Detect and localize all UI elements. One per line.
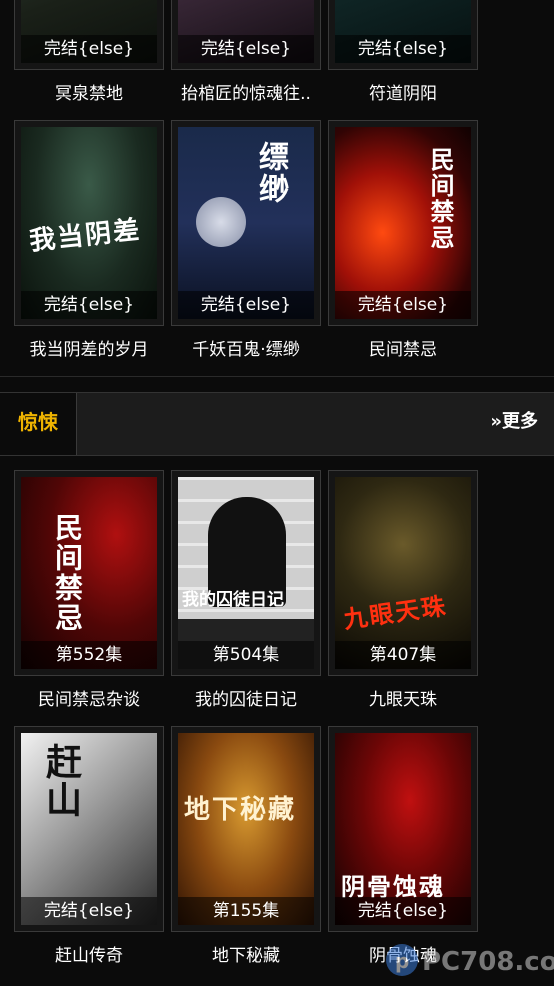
book-cover[interactable]: 完结{else} [14,0,164,70]
episode-badge: 第155集 [178,897,314,925]
episode-badge: 第504集 [178,641,314,669]
watermark-text: PC708.com [422,947,554,977]
book-cover[interactable]: 地下秘藏 第155集 [171,726,321,932]
book-card[interactable]: 缥缈 完结{else} 千妖百鬼·缥缈 [171,120,321,370]
cover-art-title: 我的囚徒日记 [182,590,284,610]
book-cover[interactable]: 我的囚徒日记 第504集 [171,470,321,676]
cover-art-title: 我当阴差 [28,215,143,257]
book-card[interactable]: 地下秘藏 第155集 地下秘藏 [171,726,321,976]
book-title[interactable]: 我当阴差的岁月 [8,336,170,364]
status-badge: 完结{else} [21,35,157,63]
book-title[interactable]: 千妖百鬼·缥缈 [165,336,327,364]
book-title[interactable]: 九眼天珠 [322,686,484,714]
status-badge: 完结{else} [335,897,471,925]
book-card[interactable]: 我的囚徒日记 第504集 我的囚徒日记 [171,470,321,720]
section-header: 惊悚 »更多 [0,392,554,456]
book-cover[interactable]: 我当阴差 完结{else} [14,120,164,326]
book-row: 民间禁忌 第552集 民间禁忌杂谈 我的囚徒日记 第504集 我的囚徒日记 九眼… [14,470,484,730]
book-cover[interactable]: 九眼天珠 第407集 [328,470,478,676]
moon-shape [196,197,246,247]
svg-text:p: p [395,949,409,973]
book-title[interactable]: 我的囚徒日记 [165,686,327,714]
book-title[interactable]: 民间禁忌杂谈 [8,686,170,714]
book-title[interactable]: 抬棺匠的惊魂往.. [165,80,327,108]
book-card[interactable]: 民间禁忌 第552集 民间禁忌杂谈 [14,470,164,720]
book-cover[interactable]: 赶山 完结{else} [14,726,164,932]
cover-art-title: 民间禁忌 [426,147,455,251]
status-badge: 完结{else} [178,35,314,63]
book-card[interactable]: 完结{else} 抬棺匠的惊魂往.. [171,0,321,114]
book-cover[interactable]: 完结{else} [171,0,321,70]
book-cover[interactable]: 民间禁忌 第552集 [14,470,164,676]
book-card[interactable]: 民间禁忌 完结{else} 民间禁忌 [328,120,478,370]
book-title[interactable]: 冥泉禁地 [8,80,170,108]
watermark-logo: p PC708.com [382,938,554,982]
cover-art-title: 缥缈 [253,141,288,205]
status-badge: 完结{else} [335,35,471,63]
book-cover[interactable]: 阴骨蚀魂 完结{else} [328,726,478,932]
book-card[interactable]: 完结{else} 冥泉禁地 [14,0,164,114]
book-section-thriller: 惊悚 »更多 民间禁忌 第552集 民间禁忌杂谈 我的囚徒日记 第504集 我的… [0,392,554,985]
book-title[interactable]: 赶山传奇 [8,942,170,970]
episode-badge: 第407集 [335,641,471,669]
cover-art-title: 民间禁忌 [51,513,84,633]
book-section-top: 完结{else} 冥泉禁地 完结{else} 抬棺匠的惊魂往.. 完结{else… [0,0,554,376]
status-badge: 完结{else} [335,291,471,319]
status-badge: 完结{else} [21,291,157,319]
book-card[interactable]: 我当阴差 完结{else} 我当阴差的岁月 [14,120,164,370]
book-card[interactable]: 完结{else} 符道阴阳 [328,0,478,114]
more-link[interactable]: »更多 [490,393,538,455]
book-row: 完结{else} 冥泉禁地 完结{else} 抬棺匠的惊魂往.. 完结{else… [14,0,484,124]
book-title[interactable]: 符道阴阳 [322,80,484,108]
book-cover[interactable]: 完结{else} [328,0,478,70]
episode-badge: 第552集 [21,641,157,669]
book-title[interactable]: 民间禁忌 [322,336,484,364]
section-divider [0,376,554,377]
book-cover[interactable]: 民间禁忌 完结{else} [328,120,478,326]
tab-thriller[interactable]: 惊悚 [0,393,77,455]
cover-art-title: 地下秘藏 [184,795,297,825]
book-card[interactable]: 九眼天珠 第407集 九眼天珠 [328,470,478,720]
status-badge: 完结{else} [178,291,314,319]
book-row: 我当阴差 完结{else} 我当阴差的岁月 缥缈 完结{else} 千妖百鬼·缥… [14,120,484,380]
status-badge: 完结{else} [21,897,157,925]
cover-art-title: 九眼天珠 [341,590,449,635]
book-title[interactable]: 地下秘藏 [165,942,327,970]
cover-art-title: 赶山 [40,743,82,819]
book-card[interactable]: 赶山 完结{else} 赶山传奇 [14,726,164,976]
book-cover[interactable]: 缥缈 完结{else} [171,120,321,326]
watermark-graphic: p PC708.com [386,944,554,977]
